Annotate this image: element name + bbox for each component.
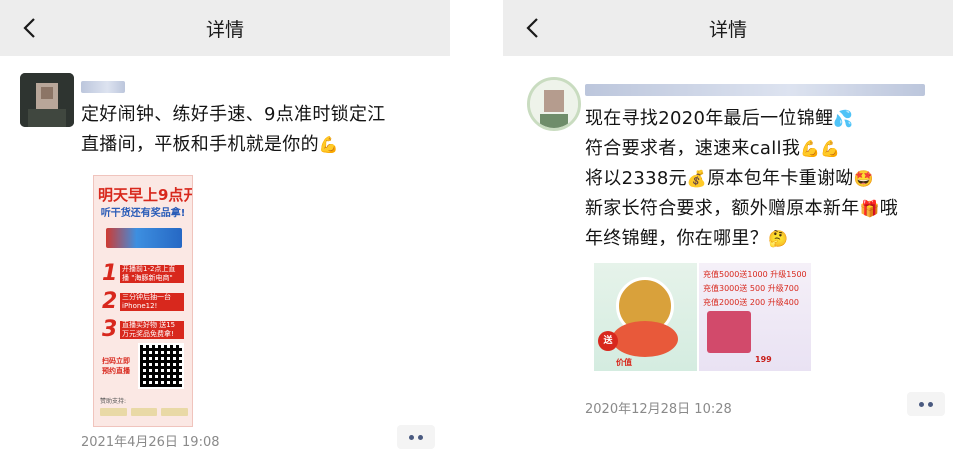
flexed-arm-emoji-icon: 💪 <box>318 135 340 154</box>
step-text: 开播前1-2点上直播 "海豚新电商" <box>120 265 184 283</box>
post-text: 定好闹钟、练好手速、9点准时锁定江 直播间，平板和手机就是你的💪 <box>81 100 386 160</box>
avatar[interactable] <box>527 77 581 131</box>
step-text: 三分钟后抽一台 iPhone12! <box>120 293 184 311</box>
post-line: 将以2338元 <box>585 168 687 189</box>
thinking-face-emoji-icon: 🤔 <box>768 229 789 248</box>
poster-cta: 扫码立即 预约直播 <box>102 357 130 375</box>
post-line-tail: 原本包年卡重谢呦 <box>707 168 854 189</box>
badge-label: 送 <box>598 331 618 351</box>
star-struck-emoji-icon: 🤩 <box>853 169 874 188</box>
step-number: 2 <box>102 289 118 314</box>
post-line: 年终锦鲤，你在哪里？ <box>585 228 768 249</box>
poster-step: 3 直播买好物 送15万元奖品免费拿! <box>102 318 186 342</box>
post-timestamp: 2021年4月26日 19:08 <box>81 435 220 450</box>
offer-line: 充值5000送1000 升级1500 <box>703 270 807 279</box>
post-timestamp: 2020年12月28日 10:28 <box>585 402 732 417</box>
sponsor-label: 赞助支持: <box>100 398 127 405</box>
back-button[interactable] <box>14 12 44 44</box>
sweat-droplets-emoji-icon: 💦 <box>833 109 854 128</box>
dot-icon <box>919 401 924 407</box>
post-line: 直播间，平板和手机就是你的 <box>81 134 319 155</box>
step-text: 直播买好物 送15万元奖品免费拿! <box>120 321 184 339</box>
poster-subtitle: 听干货还有奖品拿! <box>100 208 186 219</box>
nav-bar: 详情 <box>0 0 450 56</box>
page-title: 详情 <box>708 18 747 41</box>
chevron-left-icon <box>23 18 35 38</box>
page-title: 详情 <box>205 18 244 41</box>
more-actions-button[interactable] <box>397 425 435 449</box>
post-line: 定好闹钟、练好手速、9点准时锁定江 <box>81 104 386 125</box>
dot-icon <box>418 434 423 440</box>
gift-emoji-icon: 🎁 <box>859 199 880 218</box>
more-actions-button[interactable] <box>907 392 945 416</box>
nav-bar: 详情 <box>503 0 953 56</box>
dot-icon <box>928 401 933 407</box>
qr-code-icon <box>138 343 184 389</box>
koi-fish-image <box>612 321 678 357</box>
offer-line: 充值2000送 200 升级400 <box>703 298 799 307</box>
post-line-tail: 哦 <box>879 198 899 219</box>
post-image-poster[interactable]: 明天早上9点开炸 听干货还有奖品拿! 1 开播前1-2点上直播 "海豚新电商" … <box>93 175 193 427</box>
step-number: 3 <box>102 317 118 342</box>
price-label: 价值 <box>616 358 632 367</box>
post-image-offer[interactable]: 充值5000送1000 升级1500 充值3000送 500 升级700 充值2… <box>699 263 811 371</box>
back-button[interactable] <box>517 12 547 44</box>
step-number: 1 <box>102 261 118 286</box>
chevron-left-icon <box>526 18 538 38</box>
money-bag-emoji-icon: 💰 <box>686 169 708 188</box>
poster-step: 1 开播前1-2点上直播 "海豚新电商" <box>102 262 186 286</box>
price-label: 199 <box>755 355 772 364</box>
post-line: 符合要求者，速速来call我 <box>585 138 801 159</box>
post-line: 新家长符合要求，额外赠原本新年 <box>585 198 860 219</box>
post-line: 现在寻找2020年最后一位锦鲤 <box>585 108 834 129</box>
username-blurred[interactable] <box>585 84 925 96</box>
moment-detail-right: 详情 现在寻找2020年最后一位锦鲤💦 符合要求者，速速来call我💪💪 将以2… <box>503 0 953 462</box>
moment-detail-left: 详情 定好闹钟、练好手速、9点准时锁定江 直播间，平板和手机就是你的💪 明天早上… <box>0 0 450 462</box>
post-text: 现在寻找2020年最后一位锦鲤💦 符合要求者，速速来call我💪💪 将以2338… <box>585 104 898 254</box>
gift-box-image <box>707 311 751 353</box>
poster-headline: 明天早上9点开炸 <box>98 186 192 204</box>
prize-phones-image <box>106 228 182 248</box>
post-image-koi[interactable]: 送 价值 <box>594 263 697 371</box>
poster-step: 2 三分钟后抽一台 iPhone12! <box>102 290 186 314</box>
dot-icon <box>409 434 414 440</box>
username-blurred[interactable] <box>81 81 125 93</box>
offer-line: 充值3000送 500 升级700 <box>703 284 799 293</box>
sponsor-logos <box>100 408 189 416</box>
flexed-arm-emoji-icon: 💪💪 <box>800 139 841 158</box>
avatar[interactable] <box>20 73 74 127</box>
